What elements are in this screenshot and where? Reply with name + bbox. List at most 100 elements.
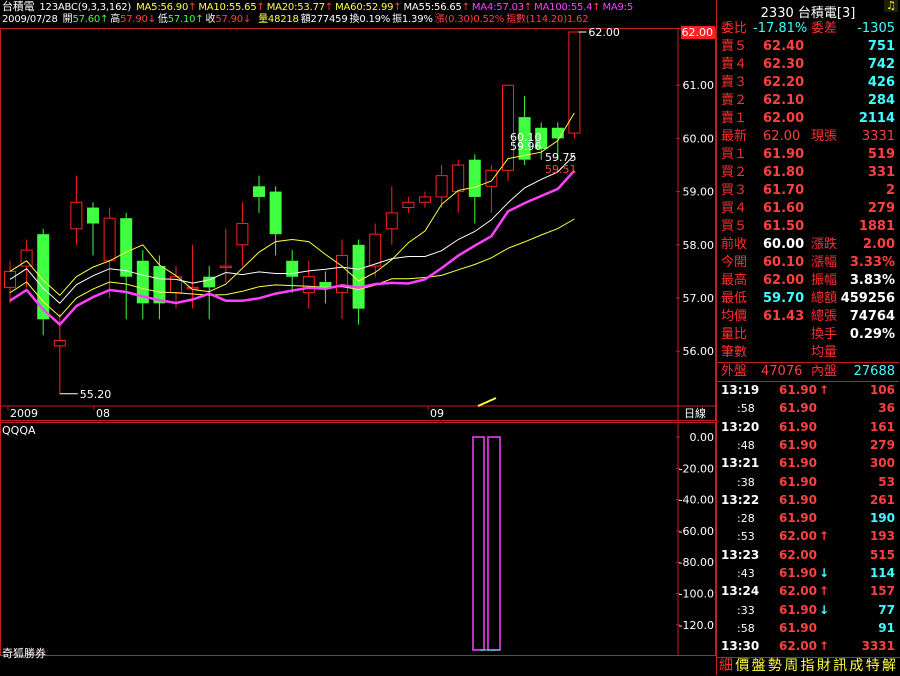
bid-row[interactable]: 買１ 61.90 519 (717, 146, 899, 164)
stat-value: 59.70 (763, 291, 805, 306)
panel-tab[interactable]: 周 (784, 658, 798, 675)
tick-row[interactable]: :58 61.90 91 (717, 620, 899, 638)
tick-time: :48 (737, 438, 755, 452)
tick-volume: 515 (869, 547, 895, 562)
price-axis-label: 59.00 (683, 186, 715, 199)
stock-code: 2330 (760, 6, 794, 21)
stat-value: 2.00 (862, 237, 895, 252)
stock-name-panel: 台積電 (797, 6, 837, 21)
tick-price: 61.90 (779, 437, 817, 452)
order-ratio-row: 委比 -17.81% 委差 -1305 (717, 20, 899, 38)
tick-row[interactable]: :33 61.90 ↓ 77 (717, 602, 899, 620)
stat-label: 最高 (721, 273, 748, 288)
candle-body (219, 265, 232, 269)
candle-body (568, 31, 581, 134)
price-axis-label: 61.00 (683, 79, 715, 92)
current-vol-label: 現張 (811, 129, 838, 144)
candle-body (120, 218, 133, 277)
tick-volume: 114 (869, 566, 895, 580)
x-axis-label: 2009 (10, 407, 38, 420)
bottom-tabs: 細價盤勢周指財訊成特解 (717, 657, 900, 676)
tick-row[interactable]: :38 61.90 53 (717, 474, 899, 492)
ask-row[interactable]: 賣３ 62.20 426 (717, 74, 899, 92)
tick-price: 61.90 (779, 456, 817, 471)
ask-row[interactable]: 賣４ 62.30 742 (717, 56, 899, 74)
sub-axis-label: -60.00 (679, 525, 714, 538)
panel-tab[interactable]: 解 (882, 658, 896, 675)
tick-row[interactable]: 13:19 61.90 ↑ 106 (717, 382, 899, 400)
tick-time: 13:24 (721, 584, 760, 599)
ask-row[interactable]: 賣１ 62.00 2114 (717, 110, 899, 128)
tick-price: 61.90 (779, 566, 817, 580)
tick-arrow: ↓ (819, 602, 830, 617)
tick-price: 61.90 (779, 474, 817, 489)
panel-tab[interactable]: 勢 (768, 658, 782, 675)
qqqa-chart[interactable]: 0.00 -20.00 -40.00 -60.00 -80.00 -100.0 -120.0 (0, 422, 716, 656)
sub-axis-label: -120.0 (679, 619, 714, 632)
tick-row[interactable]: 13:23 62.00 515 (717, 547, 899, 565)
panel-tab[interactable]: 特 (866, 658, 880, 675)
tick-row[interactable]: 13:20 61.90 161 (717, 419, 899, 437)
ratio-label: 委比 (721, 21, 748, 36)
tick-row[interactable]: 13:22 61.90 261 (717, 492, 899, 510)
tick-volume: 261 (869, 492, 895, 507)
tick-row[interactable]: 13:24 62.00 ↑ 157 (717, 583, 899, 601)
stat-value: 3.83% (849, 273, 895, 288)
candle-body (452, 164, 465, 193)
book-label: 賣４ (721, 57, 748, 72)
tick-row[interactable]: :28 61.90 190 (717, 510, 899, 528)
quote-title: 2330 台積電[3] (717, 2, 899, 21)
bid-row[interactable]: 買５ 61.50 1881 (717, 218, 899, 236)
panel-tab[interactable]: 指 (801, 658, 815, 675)
stock-suffix: [3] (836, 6, 856, 21)
ask-row[interactable]: 賣２ 62.10 284 (717, 92, 899, 110)
panel-tab[interactable]: 盤 (752, 658, 766, 675)
panel-tab[interactable]: 價 (735, 658, 749, 675)
stat-label: 換手 (811, 327, 838, 342)
tick-time: :58 (737, 402, 755, 416)
book-volume: 742 (867, 57, 895, 72)
last-trade-row: 最新 62.00 現張 3331 (717, 128, 899, 146)
period-label[interactable]: 日線 (684, 406, 706, 420)
tick-volume: 106 (869, 383, 895, 397)
candle-body (253, 186, 265, 197)
bid-row[interactable]: 買３ 61.70 2 (717, 182, 899, 200)
tick-price: 61.90 (779, 401, 817, 416)
bid-row[interactable]: 買４ 61.60 279 (717, 200, 899, 218)
tick-row[interactable]: :58 61.90 36 (717, 400, 899, 418)
panel-tab[interactable]: 訊 (833, 658, 847, 675)
diff-value: -1305 (857, 21, 895, 36)
bid-row[interactable]: 買２ 61.80 331 (717, 164, 899, 182)
panel-tab[interactable]: 財 (817, 658, 831, 675)
outer-label: 外盤 (721, 364, 748, 379)
tick-row[interactable]: 13:21 61.90 300 (717, 455, 899, 473)
stat-value: 0.29% (849, 327, 895, 342)
ask-row[interactable]: 賣５ 62.40 751 (717, 38, 899, 56)
book-price: 61.80 (763, 165, 805, 180)
tick-list[interactable]: 13:19 61.90 ↑ 106 :58 61.90 36 13:20 61.90 161:48… (717, 382, 899, 658)
callout-label: 59.51 (545, 163, 577, 176)
tick-row[interactable]: :43 61.90 ↓ 114 (717, 565, 899, 583)
tick-volume: 36 (878, 401, 895, 416)
panel-tab[interactable]: 成 (849, 658, 863, 675)
stat-label: 總額 (811, 291, 838, 306)
panel-tab[interactable]: 細 (719, 658, 733, 675)
stat-label: 今開 (721, 255, 748, 270)
candle-body (153, 266, 166, 304)
tick-volume: 77 (878, 602, 895, 617)
callout-label: 59.96 (510, 140, 542, 153)
sub-chart-title: QQQA (2, 424, 36, 437)
candlestick-chart[interactable]: 61.00 60.00 59.00 58.00 57.00 56.00 62.00 62.00… (0, 0, 716, 422)
book-label: 買１ (721, 147, 748, 162)
stat-label: 漲跌 (811, 237, 838, 252)
book-volume: 331 (867, 165, 895, 180)
book-price: 62.20 (763, 75, 805, 90)
tick-row[interactable]: :48 61.90 279 (717, 437, 899, 455)
x-axis-label: 09 (430, 407, 444, 420)
tick-row[interactable]: :53 62.00 ↑ 193 (717, 528, 899, 546)
tick-row[interactable]: 13:30 62.00 ↑ 3331 (717, 638, 899, 656)
candle-body (236, 223, 249, 246)
ma-line-magenta (9, 169, 576, 327)
stat-row: 前收 60.00 漲跌 2.00 (717, 236, 899, 254)
tick-arrow: ↓ (819, 566, 830, 580)
